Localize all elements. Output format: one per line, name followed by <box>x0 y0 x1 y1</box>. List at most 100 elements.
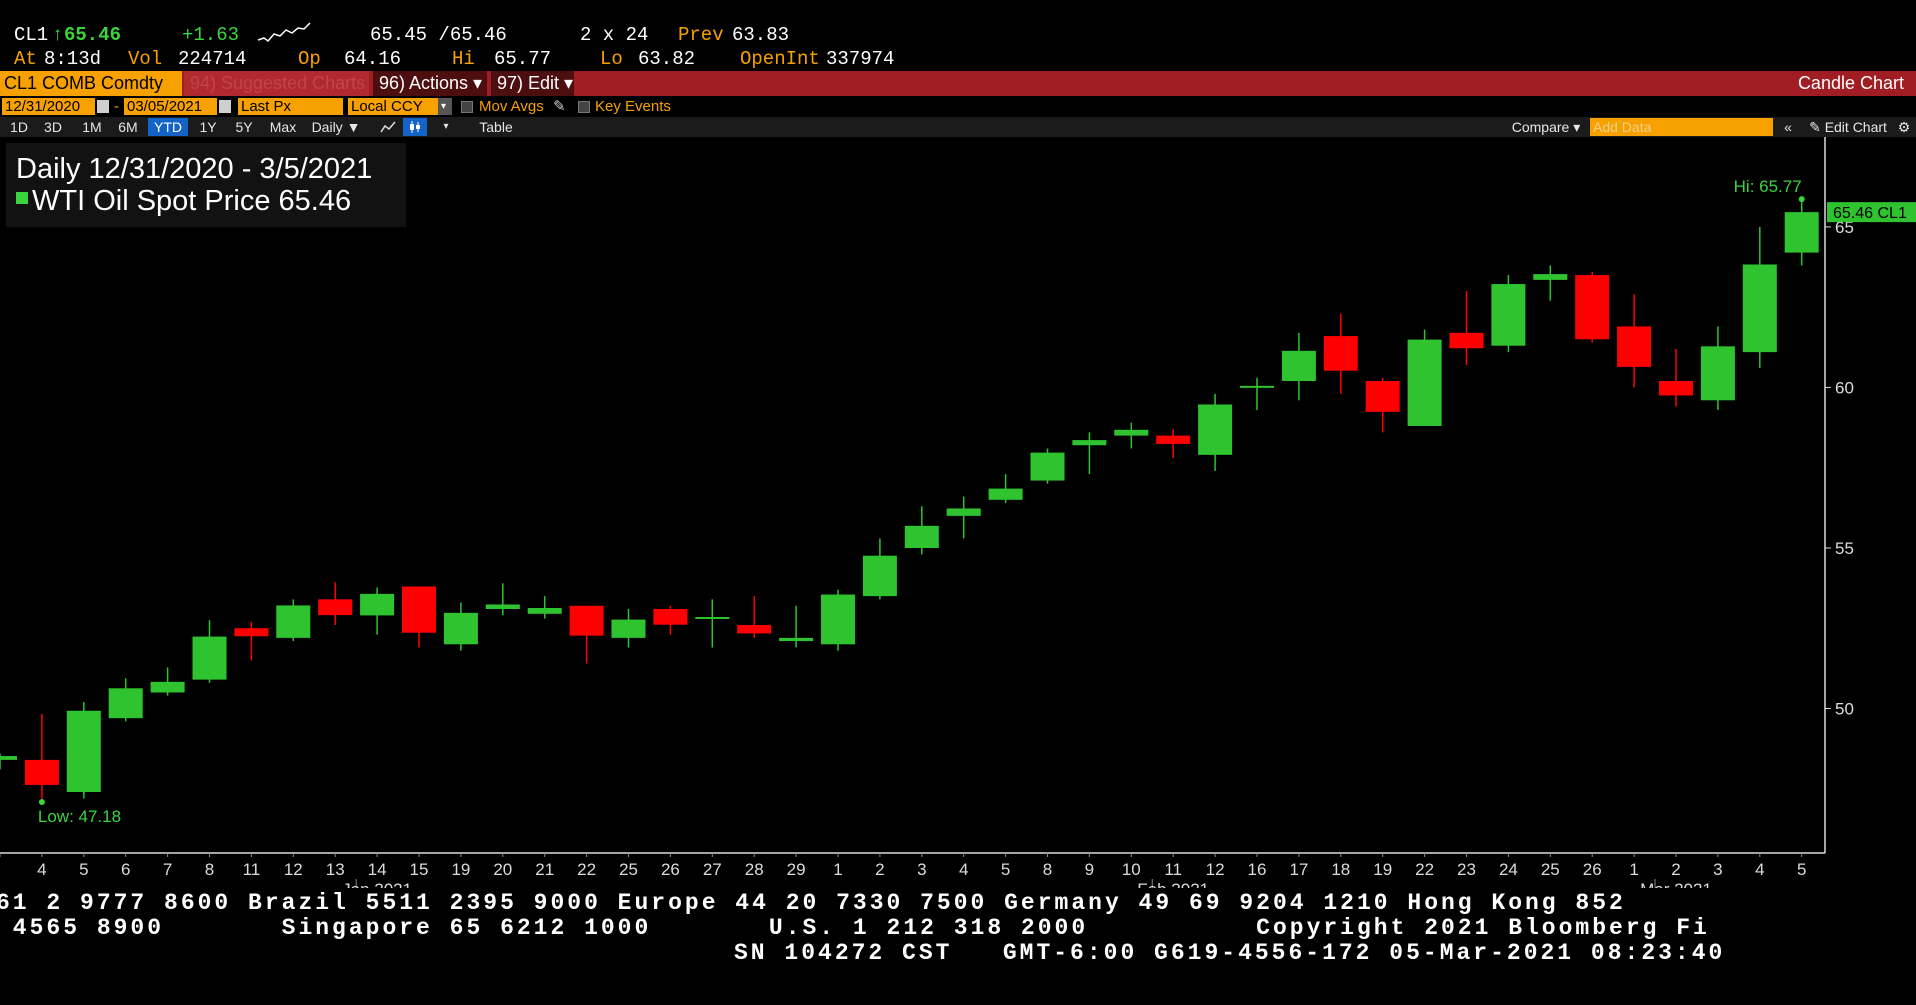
candle[interactable] <box>779 605 814 648</box>
candle[interactable] <box>66 702 101 799</box>
double-chevron-left-icon[interactable]: « <box>1778 118 1798 136</box>
candle-chart[interactable]: 50556065 4 5 6 7 8 11 12 13 14 15 19 20 21 22 25 26 27 28… <box>0 137 1916 888</box>
x-tick-label: 9 <box>1085 860 1094 879</box>
x-tick-label: 5 <box>1797 860 1806 879</box>
chart-type-title: Candle Chart <box>1797 73 1904 93</box>
candle[interactable] <box>904 506 939 555</box>
candle[interactable] <box>946 496 981 539</box>
range-6m[interactable]: 6M <box>112 118 144 136</box>
series-swatch <box>16 192 28 205</box>
candle[interactable] <box>1072 432 1107 475</box>
candle[interactable] <box>24 713 59 800</box>
candle[interactable] <box>1617 294 1652 388</box>
range-5y[interactable]: 5Y <box>228 118 260 136</box>
candle[interactable] <box>192 620 227 683</box>
candle[interactable] <box>1575 271 1610 343</box>
security-field[interactable]: CL1 COMB Comdty <box>0 71 182 96</box>
price-field-select[interactable]: Last Px <box>238 98 343 115</box>
candle[interactable] <box>276 599 311 642</box>
pencil-icon[interactable]: ✎ <box>550 98 566 115</box>
x-tick-label: 7 <box>163 860 172 879</box>
candle-body <box>1617 326 1652 367</box>
x-tick-label: 4 <box>37 860 46 879</box>
range-toolbar: 1D 3D 1M 6M YTD 1Y 5Y Max Daily ▼ ▾ Tabl… <box>0 117 1916 137</box>
candle-body <box>360 593 395 616</box>
candle[interactable] <box>1659 348 1693 407</box>
candle[interactable] <box>402 586 436 648</box>
quote-bid-ask: 65.45 /65.46 <box>370 24 507 46</box>
candle[interactable] <box>1365 377 1400 433</box>
quote-at-label: At <box>14 48 37 70</box>
candle[interactable] <box>108 678 143 722</box>
legend-series-label: WTI Oil Spot Price 65.46 <box>32 185 352 217</box>
suggested-charts-button[interactable]: 94) Suggested Charts <box>184 71 369 96</box>
actions-menu[interactable]: 96) Actions ▾ <box>373 71 487 96</box>
candle[interactable] <box>443 602 478 651</box>
edit-menu[interactable]: 97) Edit ▾ <box>491 71 574 96</box>
candle[interactable] <box>1240 377 1274 410</box>
candle[interactable] <box>1742 226 1777 369</box>
table-button[interactable]: Table <box>468 118 524 136</box>
x-tick-label: 25 <box>1541 860 1560 879</box>
range-3d[interactable]: 3D <box>38 118 68 136</box>
candle[interactable] <box>862 538 897 600</box>
candle[interactable] <box>1281 332 1316 401</box>
x-tick-label: 23 <box>1457 860 1476 879</box>
candle[interactable] <box>360 587 395 635</box>
candle[interactable] <box>1533 265 1568 301</box>
line-chart-icon[interactable] <box>376 118 400 136</box>
range-1d[interactable]: 1D <box>4 118 34 136</box>
x-tick-label: 1 <box>1629 860 1638 879</box>
candle[interactable] <box>1407 329 1442 426</box>
candle[interactable] <box>485 583 520 616</box>
chevron-down-icon[interactable]: ▾ <box>436 118 456 136</box>
candle-chart-icon[interactable] <box>403 118 427 136</box>
candle[interactable] <box>0 753 17 770</box>
quote-hi-label: Hi <box>452 48 475 70</box>
quote-time: 8:13d <box>44 48 102 70</box>
range-1m[interactable]: 1M <box>76 118 108 136</box>
start-date-field[interactable]: 12/31/2020 <box>2 98 95 115</box>
candle[interactable] <box>695 599 730 648</box>
range-ytd[interactable]: YTD <box>148 118 188 136</box>
range-max[interactable]: Max <box>264 118 302 136</box>
range-1y[interactable]: 1Y <box>192 118 224 136</box>
candle[interactable] <box>1700 326 1735 410</box>
footer-line-1: 61 2 9777 8600 Brazil 5511 2395 9000 Eur… <box>0 890 1626 916</box>
footer-line-3: SN 104272 CST GMT-6:00 G619-4556-172 05-… <box>734 940 1726 966</box>
gear-icon[interactable]: ⚙ <box>1894 118 1914 136</box>
add-data-input[interactable]: Add Data <box>1590 118 1773 136</box>
calendar-icon[interactable] <box>97 100 109 113</box>
chevron-down-icon[interactable]: ▾ <box>438 98 452 115</box>
candle[interactable] <box>1030 448 1065 484</box>
candle[interactable] <box>1156 429 1191 459</box>
candle[interactable] <box>737 596 772 638</box>
candle[interactable] <box>1323 313 1358 394</box>
candle[interactable] <box>821 589 855 651</box>
quote-lo: 63.82 <box>638 48 696 70</box>
candle[interactable] <box>150 667 185 696</box>
candle[interactable] <box>1198 393 1233 471</box>
end-date-field[interactable]: 03/05/2021 <box>124 98 217 115</box>
calendar-icon[interactable] <box>219 100 231 113</box>
low-marker <box>38 799 45 806</box>
candle[interactable] <box>1491 275 1526 353</box>
period-select[interactable]: Daily ▼ <box>306 118 366 136</box>
compare-button[interactable]: Compare ▾ <box>1506 118 1586 136</box>
candle[interactable] <box>988 474 1023 504</box>
candle[interactable] <box>1449 291 1484 365</box>
candle-body <box>0 756 17 760</box>
key-events-checkbox[interactable] <box>578 101 590 113</box>
candle[interactable] <box>1114 422 1149 449</box>
x-tick-label: 12 <box>284 860 303 879</box>
currency-select[interactable]: Local CCY <box>348 98 438 115</box>
candle[interactable] <box>318 582 353 626</box>
candle[interactable] <box>527 596 562 619</box>
candle[interactable] <box>1784 202 1819 266</box>
candle[interactable] <box>569 605 604 664</box>
candle[interactable] <box>234 621 269 661</box>
candle[interactable] <box>611 608 646 648</box>
mov-avgs-checkbox[interactable] <box>461 101 473 113</box>
edit-chart-button[interactable]: ✎ Edit Chart <box>1802 118 1894 136</box>
candle[interactable] <box>653 605 688 635</box>
